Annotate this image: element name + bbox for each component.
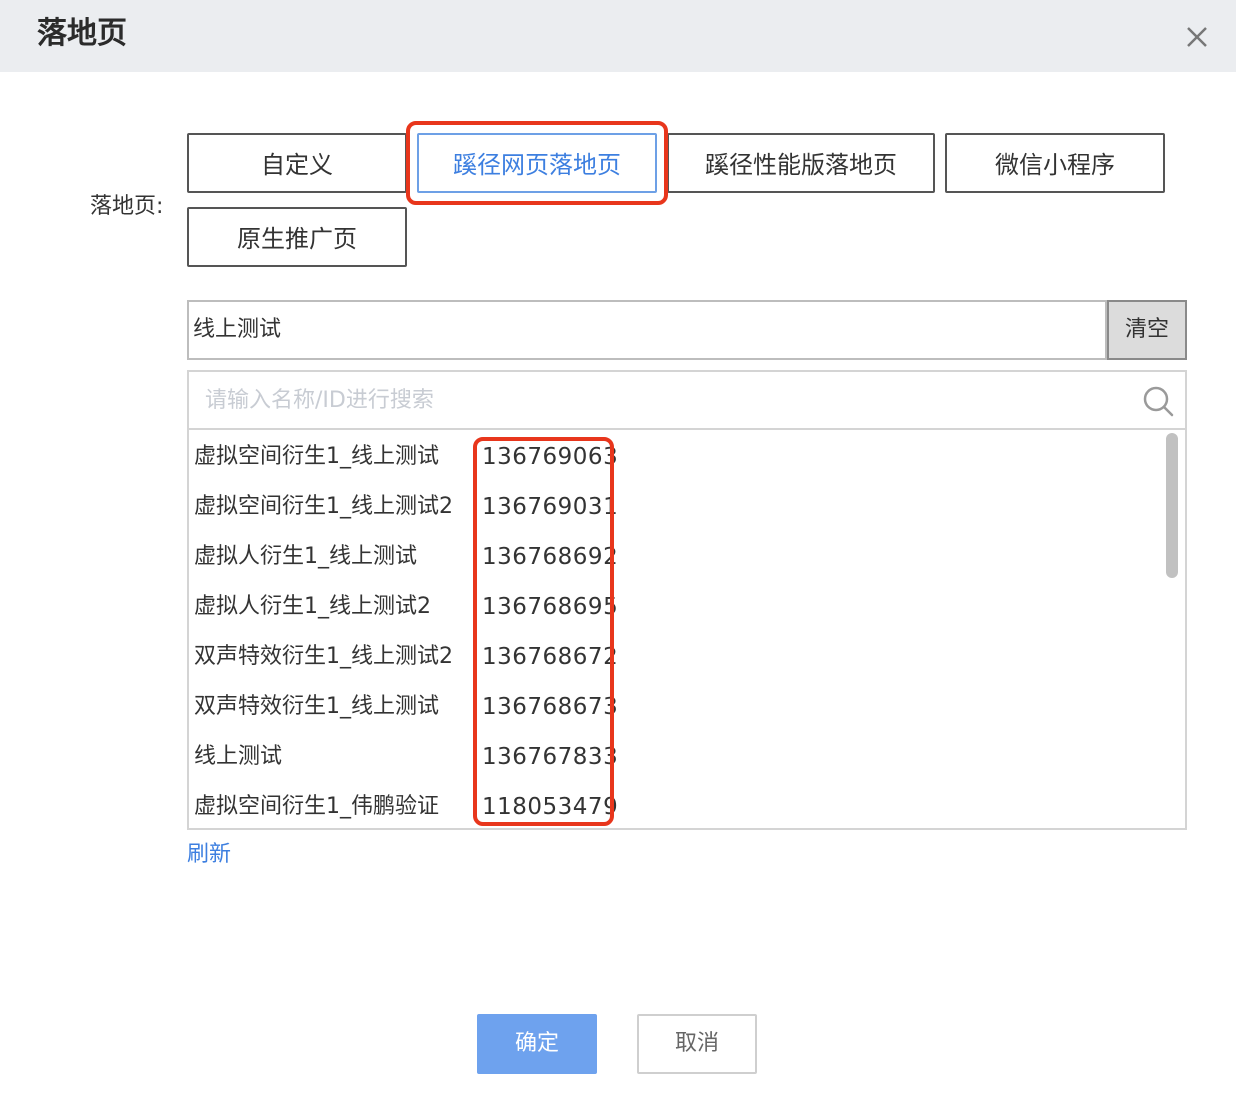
list-item-id: 136768695 <box>482 594 619 620</box>
search-box <box>187 370 1187 430</box>
list-item-id: 136767833 <box>482 744 619 770</box>
type-button-qijing-performance[interactable]: 蹊径性能版落地页 <box>667 133 935 193</box>
list-item-name: 虚拟空间衍生1_线上测试2 <box>194 494 453 519</box>
list-item-name: 虚拟空间衍生1_伟鹏验证 <box>194 794 439 819</box>
type-button-wechat-miniprogram[interactable]: 微信小程序 <box>945 133 1165 193</box>
clear-button[interactable]: 清空 <box>1107 300 1187 360</box>
list-item[interactable]: 双声特效衍生1_线上测试 136768673 <box>189 682 1159 732</box>
list-item-id: 136768672 <box>482 644 619 670</box>
search-icon[interactable] <box>1141 384 1175 418</box>
list-item[interactable]: 虚拟人衍生1_线上测试 136768692 <box>189 532 1159 582</box>
list-item[interactable]: 虚拟空间衍生1_线上测试 136769063 <box>189 432 1159 482</box>
landing-page-label: 落地页: <box>90 194 164 219</box>
selected-landing-page-field[interactable]: 线上测试 <box>187 300 1107 360</box>
list-item-id: 136769031 <box>482 494 619 520</box>
dialog-header: 落地页 <box>0 0 1236 72</box>
list-item[interactable]: 线上测试 136767833 <box>189 732 1159 782</box>
type-button-custom[interactable]: 自定义 <box>187 133 407 193</box>
type-button-native-promo[interactable]: 原生推广页 <box>187 207 407 267</box>
list-item-name: 双声特效衍生1_线上测试2 <box>194 644 453 669</box>
list-item-name: 双声特效衍生1_线上测试 <box>194 694 439 719</box>
list-item-name: 虚拟空间衍生1_线上测试 <box>194 444 439 469</box>
list-item[interactable]: 虚拟空间衍生1_线上测试2 136769031 <box>189 482 1159 532</box>
list-item-id: 136769063 <box>482 444 619 470</box>
close-icon[interactable] <box>1184 24 1210 50</box>
list-item[interactable]: 虚拟人衍生1_线上测试2 136768695 <box>189 582 1159 632</box>
type-button-qijing-web[interactable]: 蹊径网页落地页 <box>417 133 657 193</box>
landing-page-list: 虚拟空间衍生1_线上测试 136769063 虚拟空间衍生1_线上测试2 136… <box>187 430 1187 830</box>
list-item-id: 136768673 <box>482 694 619 720</box>
list-item-id: 118053479 <box>482 794 619 820</box>
list-item-name: 线上测试 <box>194 744 283 769</box>
refresh-link[interactable]: 刷新 <box>187 838 231 872</box>
list-item-name: 虚拟人衍生1_线上测试 <box>194 544 417 569</box>
confirm-button[interactable]: 确定 <box>477 1014 597 1074</box>
list-item[interactable]: 双声特效衍生1_线上测试2 136768672 <box>189 632 1159 682</box>
dialog-title: 落地页 <box>37 16 127 51</box>
list-item[interactable]: 虚拟空间衍生1_伟鹏验证 118053479 <box>189 782 1159 828</box>
scrollbar-thumb[interactable] <box>1166 433 1178 578</box>
list-item-id: 136768692 <box>482 544 619 570</box>
list-item-name: 虚拟人衍生1_线上测试2 <box>194 594 431 619</box>
cancel-button[interactable]: 取消 <box>637 1014 757 1074</box>
search-input[interactable] <box>205 372 1125 428</box>
